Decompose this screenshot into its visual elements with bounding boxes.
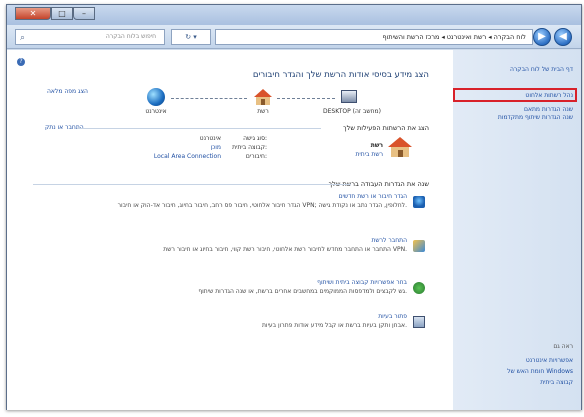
network-type-link[interactable]: רשת ביתית bbox=[355, 151, 383, 158]
globe-icon bbox=[147, 88, 165, 106]
tasks-pane: דף הבית של לוח הבקרה נהל רשתות אלחוט שנה… bbox=[451, 50, 581, 410]
computer-icon bbox=[341, 90, 357, 103]
access-type-value: אינטרנט bbox=[199, 135, 221, 142]
page-title: הצג מידע בסיסי אודות הרשת שלך והגדר חיבו… bbox=[252, 70, 429, 80]
change-adapter-link[interactable]: שנה הגדרות מתאם bbox=[483, 106, 573, 113]
new-connection-icon bbox=[413, 196, 425, 208]
nav-buttons: ▶ ◀ bbox=[533, 27, 575, 47]
see-also-heading: ראה גם bbox=[553, 343, 573, 350]
homegroup-label: קבוצה ביתית: bbox=[232, 144, 267, 151]
control-panel-window: ✕ □ – ⌕ חיפוש בלוח הבקרה ↻ ▾ לוח הבקרה ◂… bbox=[6, 4, 582, 410]
main-panel: ? הצג מידע בסיסי אודות הרשת שלך והגדר חי… bbox=[7, 50, 453, 410]
screenshot-frame: ✕ □ – ⌕ חיפוש בלוח הבקרה ↻ ▾ לוח הבקרה ◂… bbox=[0, 0, 584, 417]
troubleshoot-desc: אבחן ותקן בעיות ברשת או קבל מידע אודות פ… bbox=[261, 322, 407, 329]
change-sharing-link[interactable]: שנה הגדרות שיתוף מתקדמות bbox=[483, 114, 573, 121]
divider bbox=[77, 128, 321, 129]
network-label: רשת bbox=[257, 108, 269, 115]
address-bar[interactable]: לוח הבקרה ◂ רשת ואינטרנט ◂ מרכז הרשת והש… bbox=[215, 29, 533, 45]
search-input[interactable]: ⌕ חיפוש בלוח הבקרה bbox=[15, 29, 165, 45]
homegroup-sharing-link[interactable]: בחר אפשרויות קבוצה ביתית ושיתוף bbox=[317, 279, 407, 286]
troubleshoot-link[interactable]: פתור בעיות bbox=[378, 313, 407, 320]
divider bbox=[33, 184, 351, 185]
homegroup-link[interactable]: קבוצה ביתית bbox=[540, 379, 573, 386]
firewall-link[interactable]: חומת האש של Windows bbox=[507, 368, 573, 375]
close-button[interactable]: ✕ bbox=[15, 7, 51, 20]
help-icon[interactable]: ? bbox=[17, 58, 25, 66]
minimize-button[interactable]: – bbox=[73, 7, 95, 20]
internet-options-link[interactable]: אפשרויות אינטרנט bbox=[526, 357, 573, 364]
access-type-label: סוג גישה: bbox=[243, 135, 267, 142]
internet-label: אינטרנט bbox=[145, 108, 167, 115]
map-link-line bbox=[277, 98, 335, 99]
setup-connection-link[interactable]: הגדר חיבור או רשת חדשים bbox=[339, 193, 407, 200]
connect-network-desc: התחבר או התחבר מחדש לחיבור רשת אלחוטי, ח… bbox=[163, 246, 407, 253]
computer-label: DESKTOP (מחשב זה) bbox=[323, 108, 381, 115]
local-area-connection-link[interactable]: Local Area Connection bbox=[154, 153, 221, 160]
full-map-link[interactable]: הצג מפה מלאה bbox=[47, 88, 88, 95]
manage-wireless-link[interactable]: נהל רשתות אלחוט bbox=[525, 92, 573, 99]
network-name: רשת bbox=[370, 142, 383, 149]
back-button[interactable]: ◀ bbox=[554, 28, 572, 46]
content-area: דף הבית של לוח הבקרה נהל רשתות אלחוט שנה… bbox=[7, 50, 581, 410]
address-toolbar: ⌕ חיפוש בלוח הבקרה ↻ ▾ לוח הבקרה ◂ רשת ו… bbox=[7, 25, 581, 49]
control-panel-home-link[interactable]: דף הבית של לוח הבקרה bbox=[510, 66, 573, 73]
connect-network-link[interactable]: התחבר לרשת bbox=[371, 237, 407, 244]
forward-button[interactable]: ▶ bbox=[533, 28, 551, 46]
troubleshoot-icon bbox=[413, 316, 425, 328]
maximize-button[interactable]: □ bbox=[51, 7, 73, 20]
homegroup-sharing-icon bbox=[413, 282, 425, 294]
search-icon: ⌕ bbox=[20, 33, 26, 43]
map-link-line bbox=[171, 98, 247, 99]
search-placeholder: חיפוש בלוח הבקרה bbox=[105, 33, 156, 40]
title-bar: ✕ □ – bbox=[7, 5, 581, 25]
homegroup-sharing-desc: גש לקבצים ולמדפסות הממוקמים במחשבים אחרי… bbox=[198, 288, 407, 295]
connections-label: חיבורים: bbox=[245, 153, 267, 160]
refresh-button[interactable]: ↻ ▾ bbox=[171, 29, 211, 45]
window-controls: ✕ □ – bbox=[15, 7, 95, 20]
setup-connection-desc: הגדר חיבור אלחוטי, חיבור פס רחב, חיבור ב… bbox=[117, 202, 407, 209]
connect-network-icon bbox=[413, 240, 425, 252]
active-networks-heading: הצג את הרשתות הפעילות שלך bbox=[343, 124, 429, 132]
network-house-icon bbox=[254, 89, 272, 105]
homegroup-status-link[interactable]: מוכן bbox=[210, 144, 221, 151]
home-network-icon bbox=[388, 137, 412, 157]
